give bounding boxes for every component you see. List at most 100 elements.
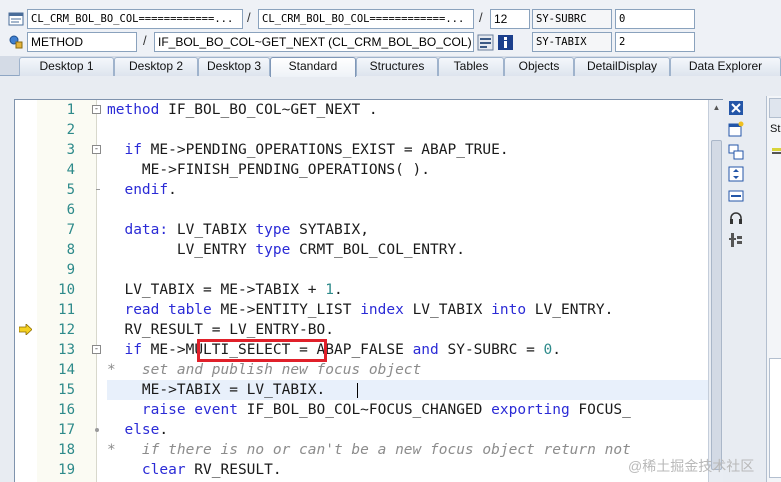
code-token: CRMT_BOL_COL_ENTRY. [290, 242, 465, 258]
code-text[interactable]: if ME->PENDING_OPERATIONS_EXIST = ABAP_T… [107, 140, 508, 160]
editor-toolbar [725, 99, 747, 259]
swap-windows-icon[interactable] [728, 144, 744, 160]
code-token: LV_ENTRY [107, 242, 256, 258]
code-line[interactable]: 16 raise event IF_BOL_BO_COL~FOCUS_CHANG… [15, 400, 708, 420]
code-line[interactable]: 17 else. [15, 420, 708, 440]
tab-desktop-2[interactable]: Desktop 2 [114, 57, 198, 76]
headset-icon[interactable] [728, 210, 744, 226]
code-text[interactable]: * if there is no or can't be a new focus… [107, 440, 631, 460]
code-text[interactable]: data: LV_TABIX type SYTABIX, [107, 220, 368, 240]
program-field[interactable]: CL_CRM_BOL_BO_COL============... [27, 9, 243, 29]
code-line[interactable]: 13 - if ME->MULTI_SELECT = ABAP_FALSE and… [15, 340, 708, 360]
source-code-editor[interactable]: 1- method IF_BOL_BO_COL~GET_NEXT .23- if … [14, 99, 723, 482]
line-number: 17 [58, 422, 75, 438]
panel-marker [772, 148, 781, 151]
code-line[interactable]: 1 - method IF_BOL_BO_COL~GET_NEXT . [15, 100, 708, 120]
code-text[interactable]: if ME->MULTI_SELECT = ABAP_FALSE and SY-… [107, 340, 561, 360]
variable-value-field-2[interactable]: 2 [615, 32, 695, 52]
variable-name-field[interactable]: SY-SUBRC [532, 9, 612, 29]
include-field[interactable]: CL_CRM_BOL_BO_COL============... [258, 9, 474, 29]
scrollbar-thumb[interactable] [711, 140, 722, 470]
fold-toggle-icon[interactable]: - [92, 145, 101, 154]
code-text[interactable]: ME->TABIX = LV_TABIX. [107, 380, 325, 400]
code-text[interactable]: ME->FINISH_PENDING_OPERATIONS( ). [107, 160, 430, 180]
keyword: read table [124, 302, 212, 318]
fold-toggle-icon[interactable]: - [92, 105, 101, 114]
code-text[interactable]: raise event IF_BOL_BO_COL~FOCUS_CHANGED … [107, 400, 631, 420]
code-text[interactable]: LV_TABIX = ME->TABIX + 1. [107, 280, 343, 300]
separator: / [143, 33, 147, 48]
code-text[interactable]: method IF_BOL_BO_COL~GET_NEXT . [107, 100, 378, 120]
code-token: LV_TABIX [403, 302, 492, 318]
code-text[interactable]: clear RV_RESULT. [107, 460, 282, 480]
code-line[interactable]: 19 clear RV_RESULT. [15, 460, 708, 480]
code-line[interactable]: 10 LV_TABIX = ME->TABIX + 1. [15, 280, 708, 300]
watermark: @稀土掘金技术社区 [628, 458, 755, 474]
tab-standard[interactable]: Standard [270, 57, 356, 77]
vertical-scrollbar[interactable]: ▲ [708, 100, 723, 482]
close-icon[interactable] [728, 100, 744, 116]
tab-desktop-1[interactable]: Desktop 1 [19, 57, 114, 76]
keyword: if [124, 142, 142, 158]
code-line[interactable]: 2 [15, 120, 708, 140]
tab-structures[interactable]: Structures [356, 57, 438, 76]
code-line[interactable]: 8 LV_ENTRY type CRMT_BOL_COL_ENTRY. [15, 240, 708, 260]
panel-marker-line [772, 152, 781, 154]
method-name-field[interactable]: IF_BOL_BO_COL~GET_NEXT (CL_CRM_BOL_BO_CO… [154, 32, 474, 52]
maximize-icon[interactable] [728, 166, 744, 182]
code-line[interactable]: 12 RV_RESULT = LV_ENTRY-BO. [15, 320, 708, 340]
code-line[interactable]: 9 [15, 260, 708, 280]
code-token: LV_ENTRY. [526, 302, 614, 318]
code-text[interactable]: LV_ENTRY type CRMT_BOL_COL_ENTRY. [107, 240, 465, 260]
code-text[interactable]: read table ME->ENTITY_LIST index LV_TABI… [107, 300, 613, 320]
comment: * if there is no or can't be a new focus… [107, 442, 631, 458]
code-text[interactable]: * set and publish new focus object [107, 360, 421, 380]
code-line[interactable]: 14 * set and publish new focus object [15, 360, 708, 380]
fold-toggle-icon[interactable]: - [92, 345, 101, 354]
expand-width-icon[interactable] [728, 188, 744, 204]
code-token: ME->TABIX = LV_TABIX. [107, 382, 326, 398]
panel-content-box [769, 358, 781, 478]
line-number-field[interactable]: 12 [490, 9, 530, 29]
number-literal: 1 [325, 282, 334, 298]
debugger-header: CL_CRM_BOL_BO_COL============... / CL_CR… [0, 0, 781, 56]
code-line[interactable]: 11 read table ME->ENTITY_LIST index LV_T… [15, 300, 708, 320]
desktop-tabstrip: Desktop 1 Desktop 2 Desktop 3 Standard S… [0, 56, 781, 77]
code-line[interactable]: 18 * if there is no or can't be a new foc… [15, 440, 708, 460]
code-token: . [333, 282, 343, 298]
code-token: RV_RESULT = LV_ENTRY-BO. [107, 322, 334, 338]
variable-value-field[interactable]: 0 [615, 9, 695, 29]
tab-objects[interactable]: Objects [504, 57, 574, 76]
code-line[interactable]: 3 - if ME->PENDING_OPERATIONS_EXIST = ABA… [15, 140, 708, 160]
code-token: SY-SUBRC = [438, 342, 544, 358]
line-number: 15 [58, 382, 75, 398]
tab-desktop-3[interactable]: Desktop 3 [198, 57, 270, 76]
current-statement-arrow-icon [19, 324, 32, 335]
code-text[interactable]: else. [107, 420, 168, 440]
keyword: else [124, 422, 160, 438]
overview-button-icon[interactable] [477, 34, 494, 51]
code-text[interactable]: endif. [107, 180, 176, 200]
code-token: IF_BOL_BO_COL~GET_NEXT . [159, 102, 378, 118]
tab-tables[interactable]: Tables [438, 57, 504, 76]
event-type-field[interactable]: METHOD [27, 32, 137, 52]
code-line[interactable]: 4 ME->FINISH_PENDING_OPERATIONS( ). [15, 160, 708, 180]
code-line[interactable]: 7 data: LV_TABIX type SYTABIX, [15, 220, 708, 240]
variable-name-field-2[interactable]: SY-TABIX [532, 32, 612, 52]
code-line[interactable]: 15 ME->TABIX = LV_TABIX. [15, 380, 708, 400]
code-line[interactable]: 6 [15, 200, 708, 220]
code-text[interactable]: RV_RESULT = LV_ENTRY-BO. [107, 320, 334, 340]
panel-header[interactable] [769, 98, 781, 118]
tab-data-explorer[interactable]: Data Explorer [670, 57, 781, 76]
new-window-icon[interactable] [728, 121, 744, 137]
code-line[interactable]: 5 endif. [15, 180, 708, 200]
separator: / [247, 10, 251, 25]
scroll-up-arrow-icon[interactable]: ▲ [709, 100, 723, 116]
tab-detaildisplay[interactable]: DetailDisplay [574, 57, 670, 76]
settings-tool-icon[interactable] [728, 232, 744, 248]
info-icon[interactable] [497, 34, 514, 51]
line-number: 12 [58, 322, 75, 338]
